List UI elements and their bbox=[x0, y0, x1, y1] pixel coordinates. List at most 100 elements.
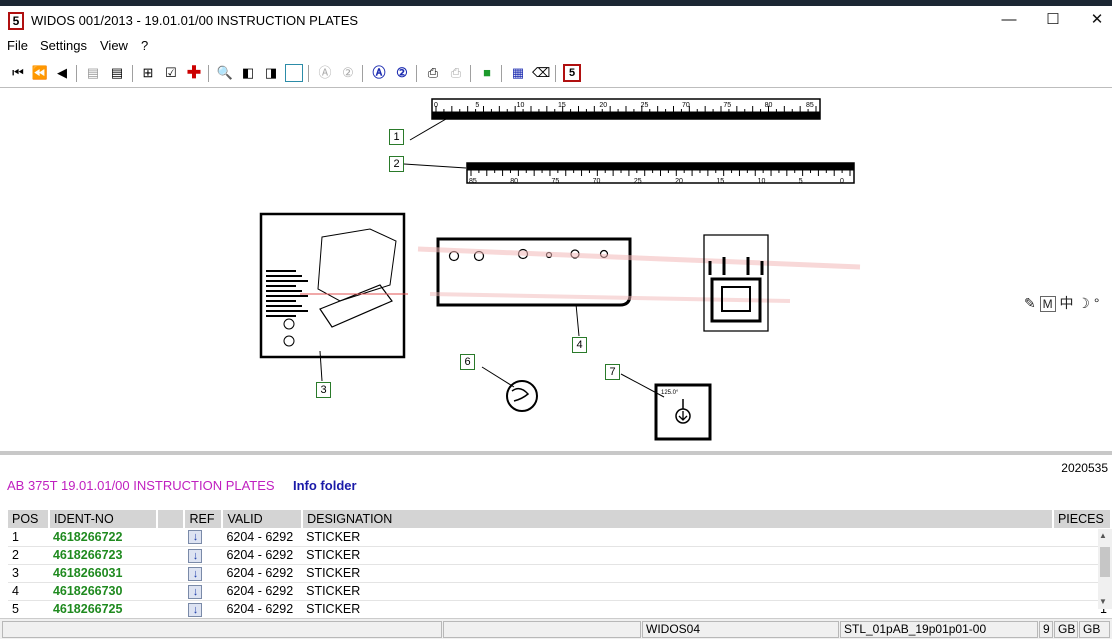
ime-pen-icon[interactable]: ✎ bbox=[1024, 295, 1036, 311]
ime-mode-m[interactable]: M bbox=[1039, 296, 1056, 312]
ref-arrow-button[interactable]: ↓ bbox=[188, 566, 203, 581]
scale-tick-label: 20 bbox=[675, 178, 683, 185]
col-pos[interactable]: POS bbox=[8, 510, 50, 528]
table-row[interactable]: 14618266722↓6204 - 6292STICKER1 bbox=[8, 528, 1111, 547]
scale-plate-2: 85 80 75 70 25 20 15 10 5 0 bbox=[466, 162, 855, 185]
first-page-icon[interactable]: ⏮ bbox=[9, 64, 27, 82]
toolbar-separator bbox=[362, 65, 363, 82]
previous-icon[interactable]: ◀ bbox=[53, 64, 71, 82]
row-ident[interactable]: 4618266723 bbox=[48, 546, 157, 565]
row-valid: 6204 - 6292 bbox=[222, 564, 303, 583]
row-ref: ↓ bbox=[184, 528, 223, 547]
ref-arrow-button[interactable]: ↓ bbox=[188, 548, 203, 563]
row-designation: STICKER bbox=[302, 546, 1053, 565]
close-button[interactable]: ✕ bbox=[1082, 10, 1112, 32]
col-valid[interactable]: VALID bbox=[222, 510, 304, 528]
frame-icon[interactable] bbox=[285, 64, 303, 82]
grid-icon[interactable]: ▦ bbox=[509, 64, 527, 82]
ime-chinese[interactable]: 中 bbox=[1060, 295, 1074, 311]
row-ident[interactable]: 4618266031 bbox=[48, 564, 157, 583]
callout-1[interactable]: 1 bbox=[389, 129, 404, 145]
table-row[interactable]: 44618266730↓6204 - 6292STICKER1 bbox=[8, 582, 1111, 601]
col-pieces[interactable]: PIECES bbox=[1052, 510, 1112, 528]
table-scrollbar[interactable]: ▲ ▼ bbox=[1098, 529, 1112, 609]
menu-settings[interactable]: Settings bbox=[40, 38, 87, 53]
previous-group-icon[interactable]: ⏪ bbox=[31, 64, 49, 82]
ref-arrow-button[interactable]: ↓ bbox=[188, 602, 203, 617]
col-ref[interactable]: REF bbox=[184, 510, 224, 528]
row-designation: STICKER bbox=[302, 564, 1053, 583]
callout-4[interactable]: 4 bbox=[572, 337, 587, 353]
print-icon[interactable]: ⎙ bbox=[424, 64, 442, 82]
app-logo-icon[interactable]: 5 bbox=[563, 64, 581, 82]
toolbar-separator bbox=[76, 65, 77, 82]
row-ref: ↓ bbox=[184, 546, 223, 565]
ref-arrow-button[interactable]: ↓ bbox=[188, 584, 203, 599]
sticker-text-line bbox=[266, 310, 308, 312]
col-blank[interactable] bbox=[156, 510, 186, 528]
exploded-drawing: 0 5 10 15 20 25 70 75 80 85 85 80 75 70 25 20 15 10 5 0 bbox=[0, 89, 1112, 451]
sticker-text-line bbox=[266, 315, 296, 317]
row-ident[interactable]: 4618266722 bbox=[48, 528, 157, 547]
menu-file[interactable]: File bbox=[7, 38, 28, 53]
menu-help[interactable]: ? bbox=[141, 38, 148, 53]
maximize-button[interactable]: ☐ bbox=[1038, 10, 1068, 32]
row-blank bbox=[156, 546, 185, 565]
callout-7[interactable]: 7 bbox=[605, 364, 620, 380]
row-ident[interactable]: 4618266730 bbox=[48, 582, 157, 601]
table-row[interactable]: 24618266723↓6204 - 6292STICKER1 bbox=[8, 546, 1111, 565]
col-designation[interactable]: DESIGNATION bbox=[302, 510, 1054, 528]
callout-2[interactable]: 2 bbox=[389, 156, 404, 172]
print-grey-icon[interactable]: ⎙ bbox=[447, 64, 465, 82]
circle-2-icon[interactable]: ② bbox=[393, 64, 411, 82]
cart-icon[interactable]: ⊞ bbox=[139, 64, 157, 82]
table-row[interactable]: 34618266031↓6204 - 6292STICKER2 bbox=[8, 564, 1111, 583]
book-icon[interactable]: ■ bbox=[478, 64, 496, 82]
eraser-icon[interactable]: ⌫ bbox=[532, 64, 550, 82]
sticker-text-line bbox=[266, 275, 302, 277]
red-cross-icon[interactable]: ✚ bbox=[185, 64, 203, 82]
row-designation: STICKER bbox=[302, 528, 1053, 547]
scale-tick-label: 85 bbox=[469, 178, 477, 185]
scroll-up-icon[interactable]: ▲ bbox=[1099, 531, 1107, 540]
row-valid: 6204 - 6292 bbox=[222, 528, 303, 547]
toolbar-separator bbox=[308, 65, 309, 82]
edit-list-icon[interactable]: ☑ bbox=[162, 64, 180, 82]
table-row[interactable]: 5 4618266725 ↓ 6204 - 6292 STICKER 1 bbox=[8, 600, 1111, 619]
instruction-sticker-3 bbox=[259, 212, 408, 359]
document-arrow-icon[interactable]: ▤ bbox=[108, 64, 126, 82]
page-fit-icon[interactable]: ◨ bbox=[262, 64, 280, 82]
ref-arrow-button[interactable]: ↓ bbox=[188, 530, 203, 545]
scale-tick-label: 80 bbox=[510, 178, 518, 185]
instruction-plate-4 bbox=[417, 237, 861, 307]
document-grey-icon[interactable]: ▤ bbox=[84, 64, 102, 82]
ime-moon-icon[interactable]: ☽ bbox=[1077, 295, 1090, 311]
scale-tick-label: 25 bbox=[641, 102, 649, 109]
instruction-plate-5 bbox=[703, 234, 769, 332]
scale-tick-label: 70 bbox=[682, 102, 690, 109]
ime-punct[interactable]: ° bbox=[1094, 295, 1100, 311]
minimize-button[interactable]: — bbox=[994, 10, 1024, 32]
toolbar-separator bbox=[208, 65, 209, 82]
document-number: 2020535 bbox=[1061, 461, 1108, 475]
callout-6[interactable]: 6 bbox=[460, 354, 475, 370]
info-folder-link[interactable]: Info folder bbox=[293, 478, 357, 493]
scroll-down-icon[interactable]: ▼ bbox=[1099, 597, 1107, 606]
circle-a-grey-icon[interactable]: Ⓐ bbox=[316, 64, 334, 82]
scale-tick-label: 10 bbox=[517, 102, 525, 109]
page-icon[interactable]: ◧ bbox=[239, 64, 257, 82]
row-ident[interactable]: 4618266725 bbox=[48, 600, 157, 619]
row-pos: 2 bbox=[8, 546, 49, 565]
section-heading: AB 375T 19.01.01/00 INSTRUCTION PLATES bbox=[7, 478, 275, 493]
circle-a-icon[interactable]: Ⓐ bbox=[370, 64, 388, 82]
row-pos: 4 bbox=[8, 582, 49, 601]
scroll-thumb[interactable] bbox=[1100, 547, 1110, 577]
status-file: STL_01pAB_19p01p01-00 bbox=[840, 621, 1038, 638]
row-valid: 6204 - 6292 bbox=[222, 546, 303, 565]
circle-2-grey-icon[interactable]: ② bbox=[339, 64, 357, 82]
toolbar-separator bbox=[416, 65, 417, 82]
col-ident[interactable]: IDENT-NO bbox=[48, 510, 158, 528]
callout-3[interactable]: 3 bbox=[316, 382, 331, 398]
menu-view[interactable]: View bbox=[100, 38, 128, 53]
zoom-icon[interactable]: 🔍 bbox=[216, 64, 234, 82]
